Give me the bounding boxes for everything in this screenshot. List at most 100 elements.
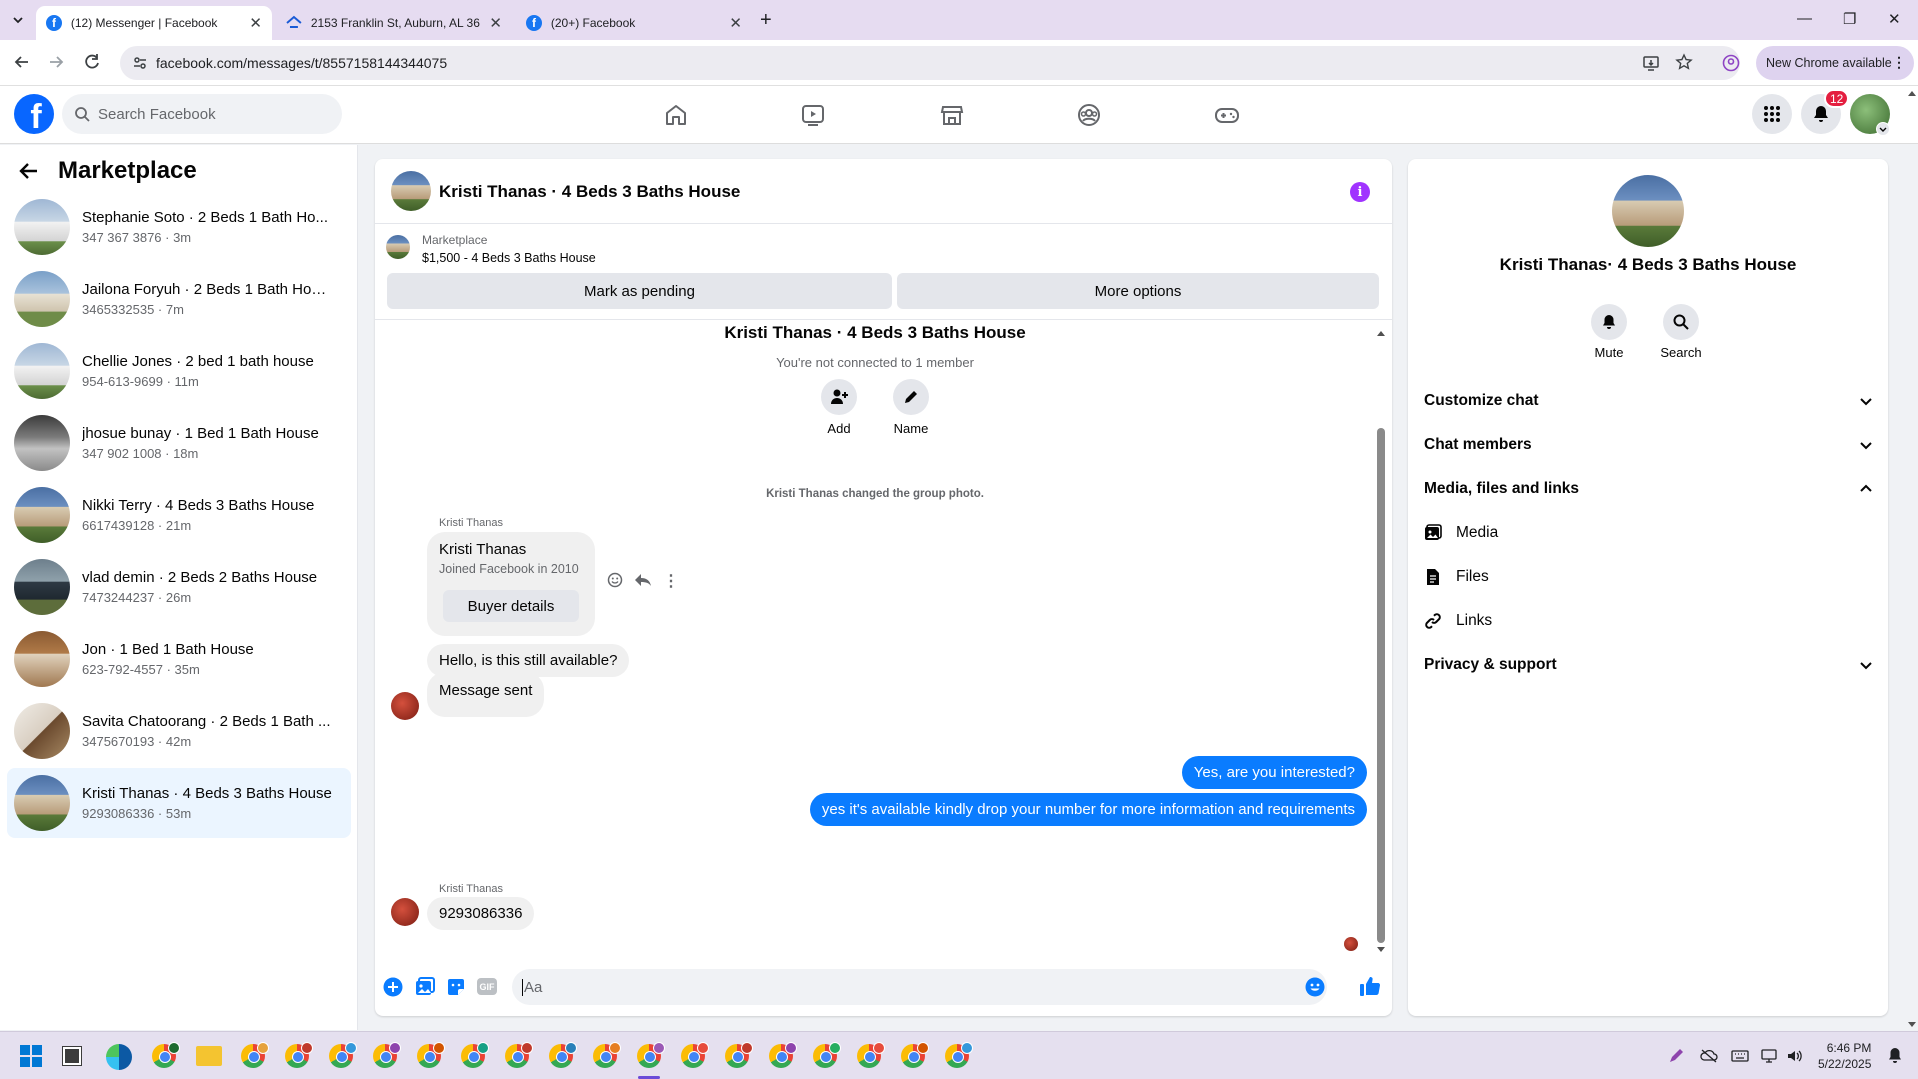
bookmark-star-icon[interactable] (1675, 53, 1693, 71)
home-nav-icon[interactable] (663, 102, 689, 128)
media-item[interactable]: Media (1424, 513, 1498, 553)
groups-nav-icon[interactable] (1076, 102, 1102, 128)
address-bar[interactable]: facebook.com/messages/t/8557158144344075 (120, 46, 1740, 80)
tab-franklin[interactable]: 2153 Franklin St, Auburn, AL 36 ✕ (276, 6, 512, 40)
onedrive-offline-icon[interactable] (1700, 1048, 1718, 1064)
files-item[interactable]: Files (1424, 557, 1489, 597)
chrome-profile-icon[interactable] (417, 1042, 445, 1068)
reply-icon[interactable] (634, 572, 652, 588)
chrome-profile-icon[interactable] (857, 1042, 885, 1068)
marketplace-nav-icon[interactable] (939, 102, 965, 128)
chrome-profile-icon[interactable] (813, 1042, 841, 1068)
chrome-profile-icon[interactable] (549, 1042, 577, 1068)
edge-browser-icon[interactable] (106, 1044, 132, 1070)
conversation-info-icon[interactable]: i (1350, 182, 1370, 202)
add-member-button[interactable] (821, 379, 857, 415)
facebook-logo-icon[interactable]: f (14, 94, 54, 134)
menu-grid-button[interactable] (1752, 94, 1792, 134)
media-files-links-section[interactable]: Media, files and links (1424, 469, 1874, 509)
chrome-profile-icon-active[interactable] (637, 1042, 665, 1068)
search-in-chat-button[interactable] (1663, 304, 1699, 340)
gif-icon[interactable]: GIF (477, 978, 497, 995)
tab-search-dropdown-icon[interactable] (10, 12, 26, 28)
pen-icon[interactable] (1668, 1048, 1684, 1064)
conversation-item[interactable]: Stephanie Soto · 2 Beds 1 Bath Ho... 347 … (7, 192, 351, 262)
facebook-search-input[interactable]: Search Facebook (62, 94, 342, 134)
thread-scrollbar[interactable] (1377, 328, 1385, 958)
like-thumb-icon[interactable] (1359, 975, 1381, 997)
forward-icon[interactable] (46, 52, 66, 72)
more-actions-plus-icon[interactable] (383, 977, 403, 997)
conversation-item[interactable]: Jon · 1 Bed 1 Bath House 623-792-4557 · 3… (7, 624, 351, 694)
profile-icon[interactable] (1722, 54, 1740, 72)
conversation-item[interactable]: Savita Chatoorang · 2 Beds 1 Bath ... 347… (7, 696, 351, 766)
tab-messenger[interactable]: f (12) Messenger | Facebook ✕ (36, 6, 272, 40)
react-emoji-icon[interactable] (607, 572, 623, 588)
links-item[interactable]: Links (1424, 601, 1492, 641)
network-icon[interactable] (1760, 1048, 1778, 1064)
emoji-picker-icon[interactable] (1305, 977, 1325, 997)
site-settings-icon[interactable] (132, 55, 148, 71)
conversation-item[interactable]: Jailona Foryuh · 2 Beds 1 Bath Hou... 346… (7, 264, 351, 334)
windows-start-icon[interactable] (20, 1045, 42, 1067)
chat-members-section[interactable]: Chat members (1424, 425, 1874, 465)
more-actions-icon[interactable]: ⋮ (663, 571, 679, 591)
sticker-icon[interactable] (446, 977, 466, 997)
volume-icon[interactable] (1786, 1048, 1804, 1064)
minimize-icon[interactable]: — (1797, 10, 1812, 27)
reload-icon[interactable] (82, 52, 102, 72)
close-tab-icon[interactable]: ✕ (249, 14, 262, 32)
system-clock[interactable]: 6:46 PM 5/22/2025 (1818, 1040, 1871, 1072)
conversation-item-selected[interactable]: Kristi Thanas · 4 Beds 3 Baths House 9293… (7, 768, 351, 838)
new-tab-icon[interactable]: + (760, 9, 772, 32)
mute-button[interactable] (1591, 304, 1627, 340)
privacy-support-section[interactable]: Privacy & support (1424, 645, 1874, 685)
customize-chat-section[interactable]: Customize chat (1424, 381, 1874, 421)
chrome-profile-icon[interactable] (329, 1042, 357, 1068)
close-tab-icon[interactable]: ✕ (489, 14, 502, 32)
chrome-profile-icon[interactable] (593, 1042, 621, 1068)
tab-facebook[interactable]: f (20+) Facebook ✕ (516, 6, 752, 40)
back-arrow-icon[interactable] (18, 160, 40, 182)
video-nav-icon[interactable] (800, 102, 826, 128)
chrome-profile-icon[interactable] (945, 1042, 973, 1068)
chrome-profile-icon[interactable] (241, 1042, 269, 1068)
chrome-profile-icon[interactable] (285, 1042, 313, 1068)
chrome-profile-icon[interactable] (769, 1042, 797, 1068)
chat-title[interactable]: Kristi Thanas · 4 Beds 3 Baths House (439, 182, 740, 202)
chrome-profile-icon[interactable] (505, 1042, 533, 1068)
conversation-item[interactable]: Chellie Jones · 2 bed 1 bath house 954-61… (7, 336, 351, 406)
attach-photo-icon[interactable] (415, 977, 435, 997)
new-chrome-available-button[interactable]: New Chrome available ⋮ (1756, 46, 1914, 80)
close-window-icon[interactable]: ✕ (1888, 10, 1901, 28)
chrome-profile-icon[interactable] (152, 1042, 180, 1068)
conversation-item[interactable]: vlad demin · 2 Beds 2 Baths House 7473244… (7, 552, 351, 622)
chrome-profile-icon[interactable] (901, 1042, 929, 1068)
account-chevron-icon[interactable] (1876, 122, 1890, 136)
group-photo[interactable] (1612, 175, 1684, 247)
page-scroll-up-icon[interactable] (1908, 90, 1916, 98)
gaming-nav-icon[interactable] (1214, 102, 1240, 128)
restore-icon[interactable]: ❐ (1843, 10, 1856, 28)
conversation-item[interactable]: Nikki Terry · 4 Beds 3 Baths House 661743… (7, 480, 351, 550)
task-view-icon[interactable] (62, 1046, 82, 1066)
chrome-profile-icon[interactable] (725, 1042, 753, 1068)
conversation-item[interactable]: jhosue bunay · 1 Bed 1 Bath House 347 902… (7, 408, 351, 478)
keyboard-icon[interactable] (1731, 1049, 1749, 1063)
install-app-icon[interactable] (1642, 54, 1660, 72)
file-explorer-icon[interactable] (196, 1046, 222, 1066)
page-scroll-down-icon[interactable] (1908, 1020, 1916, 1028)
chrome-menu-icon[interactable]: ⋮ (1892, 54, 1906, 71)
close-tab-icon[interactable]: ✕ (729, 14, 742, 32)
notification-center-icon[interactable] (1888, 1047, 1902, 1065)
back-icon[interactable] (12, 52, 32, 72)
mark-as-pending-button[interactable]: Mark as pending (387, 273, 892, 309)
chat-avatar[interactable] (391, 171, 431, 211)
chrome-profile-icon[interactable] (373, 1042, 401, 1068)
more-options-button[interactable]: More options (897, 273, 1379, 309)
message-input[interactable]: Aa (512, 969, 1327, 1005)
buyer-details-button[interactable]: Buyer details (443, 590, 579, 622)
rename-button[interactable] (893, 379, 929, 415)
chrome-profile-icon[interactable] (681, 1042, 709, 1068)
chrome-profile-icon[interactable] (461, 1042, 489, 1068)
